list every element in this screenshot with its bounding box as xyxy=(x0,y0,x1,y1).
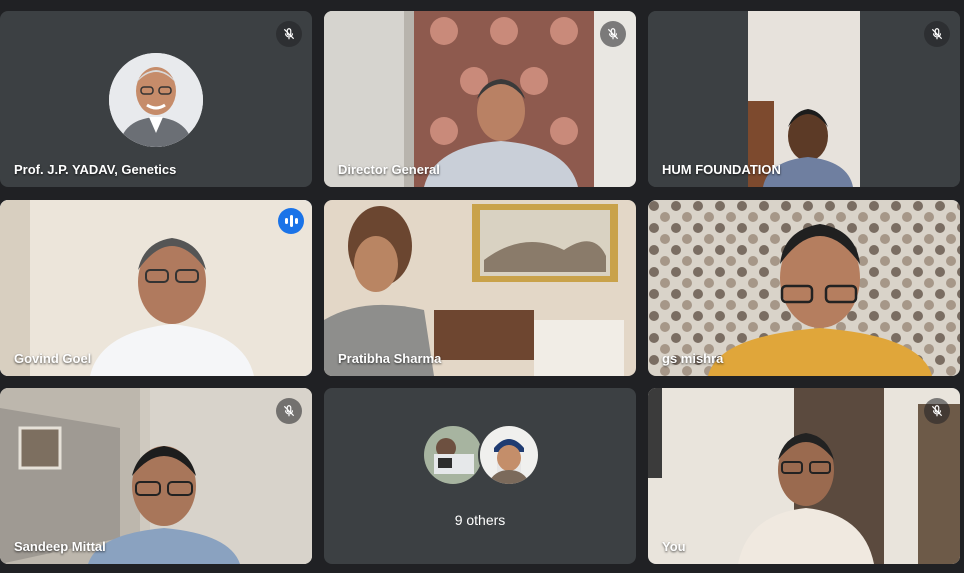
avatar xyxy=(422,424,484,486)
video-feed xyxy=(324,200,636,376)
video-feed xyxy=(648,11,960,187)
mic-off-icon xyxy=(924,21,950,47)
video-feed xyxy=(0,200,312,376)
participant-name: HUM FOUNDATION xyxy=(662,162,781,177)
avatar xyxy=(478,424,540,486)
video-feed xyxy=(648,388,960,564)
participant-tile-sandeep-mittal[interactable]: Sandeep Mittal xyxy=(0,388,312,564)
participant-name: You xyxy=(662,539,686,554)
participant-tile-pratibha-sharma[interactable]: Pratibha Sharma xyxy=(324,200,636,376)
participant-tile-hum-foundation[interactable]: HUM FOUNDATION xyxy=(648,11,960,187)
video-feed xyxy=(0,388,312,564)
video-feed xyxy=(648,200,960,376)
meeting-grid: Prof. J.P. YADAV, Genetics Director Gene… xyxy=(0,0,964,573)
mic-off-icon xyxy=(924,398,950,424)
participant-name: gs mishra xyxy=(662,351,724,366)
avatar xyxy=(109,53,203,147)
others-count: 9 others xyxy=(454,512,506,528)
participant-tile-director-general[interactable]: Director General xyxy=(324,11,636,187)
participant-tile-jp-yadav[interactable]: Prof. J.P. YADAV, Genetics xyxy=(0,11,312,187)
participant-name: Prof. J.P. YADAV, Genetics xyxy=(14,162,177,177)
participant-name: Director General xyxy=(338,162,440,177)
video-feed xyxy=(324,11,636,187)
participant-tile-govind-goel[interactable]: Govind Goel xyxy=(0,200,312,376)
participant-tile-you[interactable]: You xyxy=(648,388,960,564)
participant-name: Govind Goel xyxy=(14,351,92,366)
participant-name: Sandeep Mittal xyxy=(14,539,106,554)
audio-level-icon xyxy=(278,208,304,234)
participant-name: Pratibha Sharma xyxy=(338,351,442,366)
others-tile[interactable]: 9 others xyxy=(324,388,636,564)
mic-off-icon xyxy=(276,21,302,47)
mic-off-icon xyxy=(600,21,626,47)
participant-tile-gs-mishra[interactable]: gs mishra xyxy=(648,200,960,376)
mic-off-icon xyxy=(276,398,302,424)
